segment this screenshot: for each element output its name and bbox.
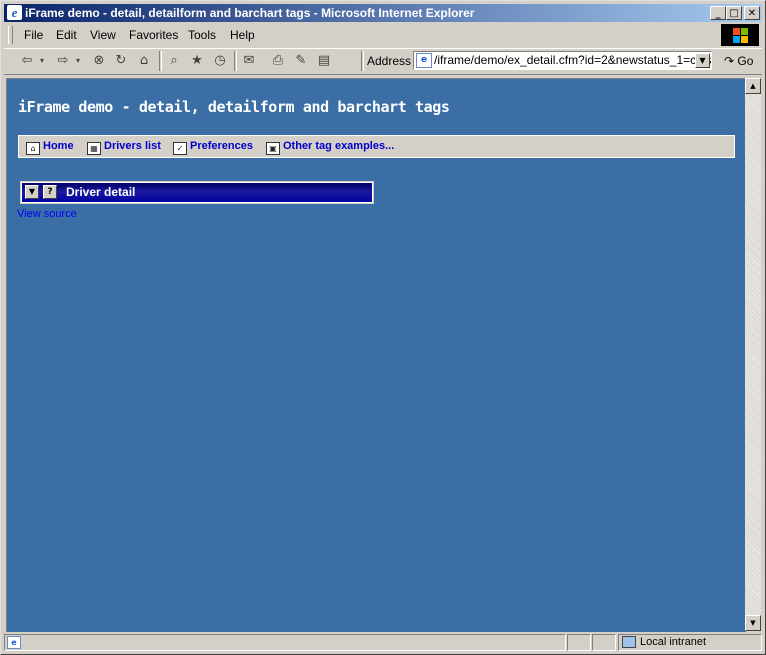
menu-file[interactable]: File bbox=[24, 28, 43, 42]
page-content: iFrame demo - detail, detailform and bar… bbox=[6, 78, 746, 632]
home-icon[interactable]: ⌂ bbox=[135, 52, 153, 70]
collapse-toggle-icon[interactable]: ▼ bbox=[25, 185, 39, 199]
address-dropdown-icon[interactable]: ▼ bbox=[695, 53, 710, 68]
window-title: iFrame demo - detail, detailform and bar… bbox=[25, 6, 475, 20]
stop-icon[interactable]: ⊗ bbox=[90, 52, 108, 70]
menu-tools[interactable]: Tools bbox=[188, 28, 216, 42]
menu-grip bbox=[8, 26, 13, 44]
minimize-button[interactable]: _ bbox=[710, 6, 726, 20]
forward-dropdown-icon[interactable]: ▾ bbox=[73, 52, 83, 70]
nav-drivers-list[interactable]: ▦ Drivers list bbox=[87, 136, 161, 157]
status-panel-main: e bbox=[4, 634, 566, 651]
intranet-icon bbox=[622, 636, 636, 648]
address-input[interactable]: e/iframe/demo/ex_detail.cfm?id=2&newstat… bbox=[413, 51, 712, 70]
history-icon[interactable]: ◷ bbox=[211, 52, 229, 70]
driver-detail-panel: ▼ ? Driver detail bbox=[20, 181, 374, 204]
go-arrow-icon: ↷ bbox=[724, 54, 735, 68]
menu-help[interactable]: Help bbox=[230, 28, 255, 42]
nav-drivers-label: Drivers list bbox=[104, 140, 161, 152]
status-panel-progress bbox=[567, 634, 591, 651]
favorites-icon[interactable]: ★ bbox=[188, 52, 206, 70]
discuss-icon[interactable]: ▤ bbox=[315, 52, 333, 70]
examples-icon: ▣ bbox=[266, 142, 280, 155]
address-label: Address bbox=[367, 54, 412, 68]
search-icon[interactable]: ⌕ bbox=[165, 52, 183, 70]
nav-other-examples[interactable]: ▣ Other tag examples... bbox=[266, 136, 394, 157]
detail-header: ▼ ? Driver detail bbox=[22, 183, 372, 202]
nav-preferences-label: Preferences bbox=[190, 140, 253, 152]
status-zone: Local intranet bbox=[618, 634, 762, 651]
scroll-up-icon[interactable]: ▲ bbox=[745, 78, 761, 94]
forward-icon[interactable]: ⇨ bbox=[54, 52, 72, 70]
view-source-link[interactable]: View source bbox=[17, 208, 77, 220]
nav-bar: ⌂ Home ▦ Drivers list ✓ Preferences ▣ Other … bbox=[18, 135, 735, 158]
go-button[interactable]: ↷ Go bbox=[724, 54, 753, 68]
menu-edit[interactable]: Edit bbox=[56, 28, 77, 42]
help-icon[interactable]: ? bbox=[43, 185, 57, 199]
scroll-down-icon[interactable]: ▼ bbox=[745, 615, 761, 631]
go-label: Go bbox=[737, 54, 754, 68]
grid-icon: ▦ bbox=[87, 142, 101, 155]
maximize-button[interactable]: □ bbox=[726, 6, 742, 20]
toolbar-separator bbox=[159, 51, 162, 71]
menu-favorites[interactable]: Favorites bbox=[129, 28, 178, 42]
nav-home-label: Home bbox=[43, 140, 74, 152]
back-icon[interactable]: ⇦ bbox=[18, 52, 36, 70]
windows-logo-icon bbox=[721, 24, 759, 46]
preferences-icon: ✓ bbox=[173, 142, 187, 155]
vertical-scrollbar[interactable]: ▲ ▼ bbox=[745, 78, 761, 631]
title-bar: e iFrame demo - detail, detailform and b… bbox=[4, 4, 762, 22]
back-dropdown-icon[interactable]: ▾ bbox=[37, 52, 47, 70]
status-bar: e Local intranet bbox=[4, 634, 762, 651]
nav-home[interactable]: ⌂ Home bbox=[26, 136, 74, 157]
toolbar-separator bbox=[234, 51, 237, 71]
nav-examples-label: Other tag examples... bbox=[283, 140, 395, 152]
menu-view[interactable]: View bbox=[90, 28, 116, 42]
home-icon: ⌂ bbox=[26, 142, 40, 155]
mail-icon[interactable]: ✉ bbox=[240, 52, 258, 70]
toolbar: ⇦ ▾ ⇨ ▾ ⊗ ↻ ⌂ ⌕ ★ ◷ ✉ ⎙ ✎ ▤ Address e/if… bbox=[4, 48, 762, 75]
close-button[interactable]: ✕ bbox=[744, 6, 760, 20]
address-url: /iframe/demo/ex_detail.cfm?id=2&newstatu… bbox=[434, 53, 712, 67]
status-page-icon: e bbox=[7, 636, 21, 649]
page-title: iFrame demo - detail, detailform and bar… bbox=[18, 98, 450, 116]
toolbar-separator bbox=[361, 51, 364, 71]
edit-icon[interactable]: ✎ bbox=[292, 52, 310, 70]
nav-preferences[interactable]: ✓ Preferences bbox=[173, 136, 253, 157]
status-panel-security bbox=[592, 634, 616, 651]
page-icon: e bbox=[416, 53, 432, 68]
browser-window: e iFrame demo - detail, detailform and b… bbox=[0, 0, 766, 655]
detail-title: Driver detail bbox=[66, 185, 136, 199]
zone-label: Local intranet bbox=[640, 636, 707, 648]
menu-bar: File Edit View Favorites Tools Help bbox=[4, 24, 762, 46]
ie-logo-icon: e bbox=[7, 5, 22, 20]
print-icon[interactable]: ⎙ bbox=[269, 52, 287, 70]
refresh-icon[interactable]: ↻ bbox=[112, 52, 130, 70]
